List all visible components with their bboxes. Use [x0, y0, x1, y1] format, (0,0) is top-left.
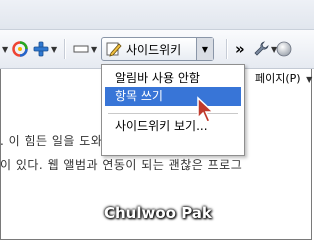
menu-item-disable-notification-bar[interactable]: 알림바 사용 안함	[105, 69, 241, 88]
more-button[interactable]: »	[235, 37, 245, 61]
toolbar-separator	[226, 39, 228, 59]
tools-button[interactable]: ▼	[253, 37, 277, 61]
chevron-down-icon: ▼	[91, 44, 98, 54]
page-menu[interactable]: 페이지(P) ▼	[255, 70, 312, 86]
sidewiki-dropdown-menu: 알림바 사용 안함 항목 쓰기 사이드위키 보기...	[101, 64, 245, 156]
double-chevron-right-icon: »	[235, 40, 245, 58]
chevron-down-icon: ▼	[306, 75, 313, 84]
watermark: Chulwoo Pak	[104, 204, 212, 222]
sidewiki-button[interactable]: 사이드위키 ▼	[101, 37, 214, 61]
menu-item-view-sidewiki[interactable]: 사이드위키 보기...	[105, 117, 241, 136]
content-line-2: 이 있다. 웹 앨범과 연동이 되는 괜찮은 프로그	[0, 158, 243, 172]
toolbar-separator	[64, 39, 66, 59]
sidewiki-label: 사이드위키	[126, 42, 182, 57]
mouse-cursor-icon	[197, 96, 215, 123]
add-button[interactable]: ▼	[33, 37, 57, 61]
browser-toolbar: ▼ ▼ ▼ 사이드위키 ▼ » ▼	[0, 29, 314, 69]
wrench-icon	[254, 41, 269, 56]
menu-item-write-entry[interactable]: 항목 쓰기	[105, 87, 241, 106]
page-menu-label: 페이지(P)	[255, 72, 301, 85]
chevron-down-icon: ▼	[51, 44, 58, 54]
title-strip	[0, 0, 314, 29]
menu-separator	[108, 113, 238, 114]
refresh-swirl-icon	[12, 41, 28, 57]
page-button[interactable]: ▼	[73, 37, 97, 61]
circle-button[interactable]	[276, 37, 292, 61]
chevron-down-icon: ▼	[2, 44, 9, 54]
back-dropdown[interactable]: ▼	[0, 37, 8, 61]
sidewiki-dropdown-toggle[interactable]: ▼	[196, 38, 213, 60]
swirl-button[interactable]	[12, 37, 28, 61]
page-icon	[73, 45, 89, 53]
circle-icon	[276, 41, 292, 57]
chevron-down-icon: ▼	[201, 44, 209, 54]
add-plus-icon	[33, 41, 49, 57]
sidewiki-pencil-icon	[106, 42, 122, 57]
